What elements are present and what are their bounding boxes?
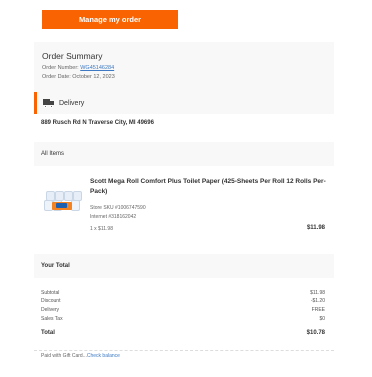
delivery-address: 889 Rusch Rd N Traverse City, MI 49696 [34,120,334,134]
delivery-header: Delivery [34,92,334,114]
delivery-fee-label: Delivery [41,307,60,313]
order-number-label: Order Number: [42,65,81,71]
truck-icon [43,99,54,108]
product-title[interactable]: Scott Mega Roll Comfort Plus Toilet Pape… [90,177,330,197]
gift-card-payment: Paid with Gift Card...Check balance [41,353,120,359]
store-sku: Store SKU #1006747590 [90,205,146,211]
sales-tax-value: $0 [319,316,325,322]
subtotal-value: $11.98 [310,290,325,296]
quantity-price: 1 x $11.98 [90,226,113,232]
sales-tax-label: Sales Tax [41,316,63,322]
delivery-fee-value: FREE [311,307,325,313]
order-totals: Subtotal $11.98 Discount -$1.20 Delivery FR… [34,288,334,342]
subtotal-label: Subtotal [41,290,60,296]
product-image[interactable] [44,191,82,213]
total-label: Total [41,330,55,336]
order-number-link[interactable]: WG45146284 [80,65,114,71]
total-value: $10.78 [306,330,325,336]
order-number: Order Number: WG45146284 [42,64,334,73]
delivery-label: Delivery [59,99,85,107]
list-item: Scott Mega Roll Comfort Plus Toilet Pape… [34,166,334,238]
your-total-heading: Your Total [34,254,334,278]
internet-number: Internet #318162042 [90,214,137,220]
sales-tax-row: Sales Tax $0 [41,315,325,323]
manage-my-order-button[interactable]: Manage my order [42,10,178,29]
check-balance-link[interactable]: Check balance [87,353,120,359]
delivery-fee-row: Delivery FREE [41,306,325,314]
discount-label: Discount [41,298,61,304]
discount-row: Discount -$1.20 [41,297,325,305]
total-row: Total $10.78 [41,329,325,337]
gift-card-text: Paid with Gift Card... [41,353,87,359]
order-date: Order Date: October 12, 2023 [42,74,115,80]
item-price: $11.98 [306,225,325,231]
all-items-heading: All Items [34,142,334,166]
divider [34,350,334,351]
order-summary: Order Summary Order Number: WG45146284 O… [34,42,334,92]
discount-value: -$1.20 [310,298,325,304]
order-summary-title: Order Summary [42,51,103,61]
subtotal-row: Subtotal $11.98 [41,289,325,297]
